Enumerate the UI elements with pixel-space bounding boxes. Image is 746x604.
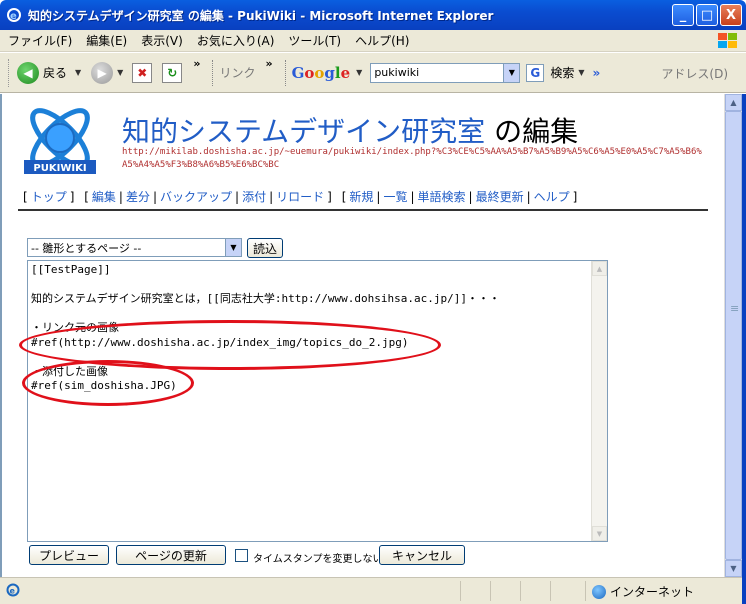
timestamp-checkbox[interactable]	[235, 549, 248, 562]
toolbar-chevron-icon[interactable]: »	[193, 57, 200, 70]
search-dropdown-icon[interactable]: ▼	[578, 68, 584, 77]
page-scrollbar[interactable]: ▲ ▼	[724, 94, 742, 577]
maximize-button[interactable]: □	[696, 4, 718, 26]
template-page-select[interactable]: -- 雛形とするページ -- ▼	[27, 238, 242, 257]
close-button[interactable]: X	[720, 4, 742, 26]
pukiwiki-logo[interactable]: PUKIWIKI	[20, 100, 100, 178]
status-cell	[550, 581, 551, 601]
forward-arrow-icon[interactable]: ▶	[91, 61, 114, 84]
ie-icon: e	[7, 8, 21, 22]
menu-favorites[interactable]: お気に入り(A)	[197, 32, 275, 49]
status-cell	[460, 581, 461, 601]
preview-button[interactable]: プレビュー	[29, 545, 109, 565]
scrollbar-thumb[interactable]	[725, 111, 742, 560]
google-logo[interactable]: Google	[292, 64, 351, 82]
nav-diff-link[interactable]: 差分	[126, 190, 150, 204]
page-icon: e	[6, 583, 20, 597]
window-frame	[742, 94, 746, 604]
scroll-up-icon[interactable]: ▲	[592, 261, 607, 276]
chevron-down-icon[interactable]: ▼	[503, 63, 520, 82]
menu-bar: ファイル(F) 編集(E) 表示(V) お気に入り(A) ツール(T) ヘルプ(…	[0, 30, 746, 52]
read-button[interactable]: 読込	[247, 238, 283, 258]
toolbar-grip[interactable]	[8, 58, 11, 87]
security-zone[interactable]: インターネット	[592, 583, 694, 600]
nav-list-link[interactable]: 一覧	[383, 190, 407, 204]
template-select-value: -- 雛形とするページ --	[31, 241, 142, 255]
page-nav: [トップ] [編集 | 差分 | バックアップ | 添付 | リロード] [新規 | 一覧 | 単語検索…	[23, 190, 578, 204]
google-search-icon[interactable]: G	[526, 63, 545, 82]
menu-view[interactable]: 表示(V)	[141, 32, 183, 49]
back-button[interactable]: ◀ 戻る ▼	[17, 61, 85, 84]
back-label: 戻る	[43, 66, 68, 80]
chevron-down-icon[interactable]: ▼	[225, 239, 241, 256]
cancel-button[interactable]: キャンセル	[379, 545, 465, 565]
menu-edit[interactable]: 編集(E)	[86, 32, 127, 49]
google-search-input[interactable]: pukiwiki ▼	[370, 62, 521, 83]
menu-tools[interactable]: ツール(T)	[288, 32, 341, 49]
windows-logo-icon	[718, 33, 737, 48]
google-dropdown-icon[interactable]: ▼	[356, 68, 362, 77]
divider	[18, 209, 708, 211]
highlight-ellipse	[22, 360, 194, 406]
page-url-link[interactable]: http://mikilab.doshisha.ac.jp/~euemura/p…	[122, 146, 702, 172]
title-bar: e 知的システムデザイン研究室 の編集 - PukiWiki - Microso…	[0, 0, 746, 30]
update-page-button[interactable]: ページの更新	[116, 545, 226, 565]
more-chevron-icon[interactable]: »	[592, 66, 600, 80]
minimize-button[interactable]: _	[672, 4, 694, 26]
nav-attach-link[interactable]: 添付	[242, 190, 266, 204]
globe-icon	[592, 584, 606, 599]
back-dropdown-icon[interactable]: ▼	[75, 68, 81, 77]
nav-edit-link[interactable]: 編集	[92, 190, 116, 204]
logo-text: PUKIWIKI	[33, 163, 86, 174]
nav-reload-link[interactable]: リロード	[276, 190, 324, 204]
status-cell	[490, 581, 491, 601]
textarea-scrollbar[interactable]: ▲ ▼	[591, 261, 607, 541]
menu-help[interactable]: ヘルプ(H)	[355, 32, 409, 49]
google-search-value: pukiwiki	[374, 66, 420, 79]
svg-text:e: e	[10, 11, 17, 22]
nav-help-link[interactable]: ヘルプ	[534, 190, 570, 204]
nav-search-link[interactable]: 単語検索	[418, 190, 466, 204]
address-label[interactable]: アドレス(D)	[661, 65, 728, 82]
nav-backup-link[interactable]: バックアップ	[160, 190, 232, 204]
scroll-up-icon[interactable]: ▲	[725, 94, 742, 111]
window-title: 知的システムデザイン研究室 の編集 - PukiWiki - Microsoft…	[28, 8, 494, 23]
search-button[interactable]: 検索	[550, 64, 574, 81]
scroll-down-icon[interactable]: ▼	[725, 560, 742, 577]
svg-text:e: e	[10, 587, 16, 596]
links-chevron-icon[interactable]: »	[265, 57, 272, 70]
status-cell	[520, 581, 521, 601]
status-bar: e インターネット	[0, 577, 742, 604]
zone-label: インターネット	[610, 585, 695, 599]
nav-top-link[interactable]: トップ	[31, 190, 67, 204]
page-title-suffix: の編集	[485, 115, 579, 148]
status-cell	[585, 581, 586, 601]
toolbar: ◀ 戻る ▼ ▶ ▼ ✖ ↻ » リンク » Google ▼ pukiwiki…	[0, 53, 746, 93]
timestamp-label[interactable]: タイムスタンプを変更しない	[253, 550, 383, 565]
stop-icon[interactable]: ✖	[132, 62, 153, 83]
links-label[interactable]: リンク	[219, 64, 255, 81]
nav-new-link[interactable]: 新規	[349, 190, 373, 204]
forward-dropdown-icon[interactable]: ▼	[117, 68, 123, 77]
menu-file[interactable]: ファイル(F)	[8, 32, 72, 49]
back-arrow-icon: ◀	[17, 61, 39, 84]
scroll-down-icon[interactable]: ▼	[592, 526, 607, 541]
toolbar-separator	[284, 59, 286, 86]
toolbar-separator	[212, 59, 214, 86]
page-title: 知的システムデザイン研究室 の編集	[122, 110, 578, 150]
nav-recent-link[interactable]: 最終更新	[476, 190, 524, 204]
refresh-icon[interactable]: ↻	[162, 62, 183, 83]
page-title-main: 知的システムデザイン研究室	[122, 115, 486, 148]
